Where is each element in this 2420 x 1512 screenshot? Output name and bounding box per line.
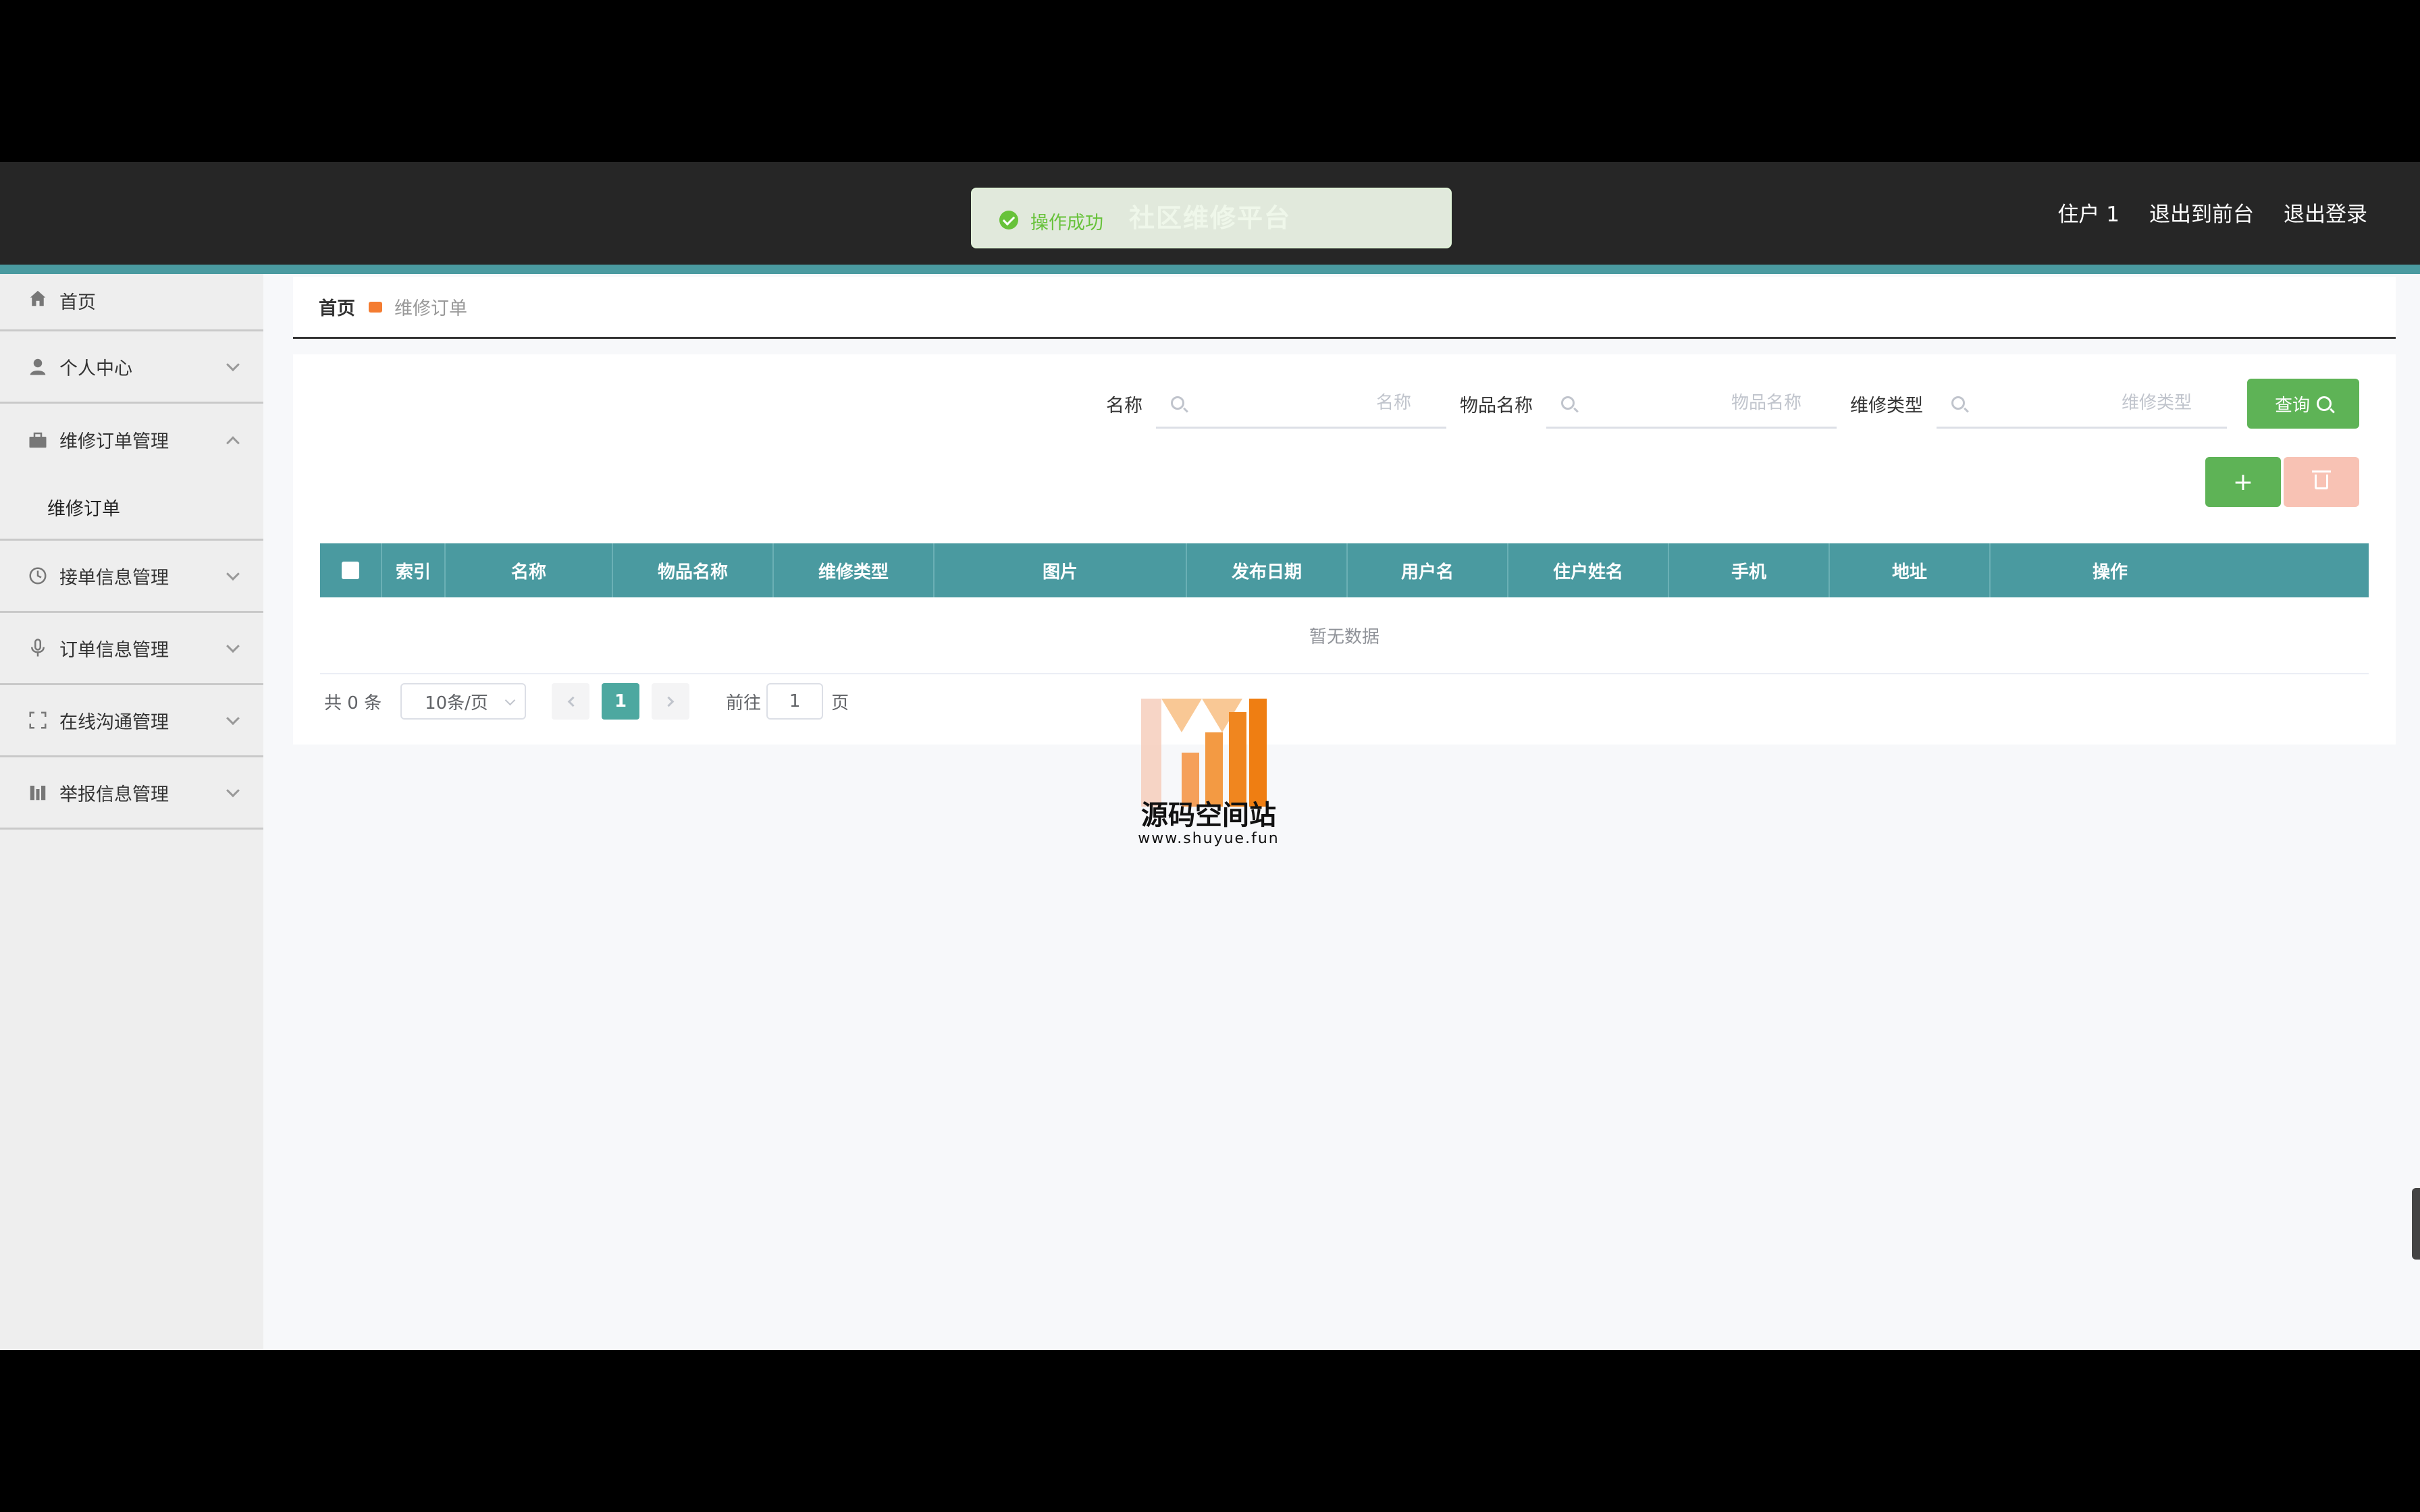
sidebar-item-label: 维修订单管理 bbox=[59, 431, 169, 452]
table-empty-text: 暂无数据 bbox=[320, 597, 2369, 674]
breadcrumb-home[interactable]: 首页 bbox=[319, 294, 355, 320]
page-suffix: 页 bbox=[831, 693, 849, 713]
select-all-checkbox[interactable] bbox=[342, 562, 359, 579]
pagination: 共 0 条 10条/页 1 前往 页 bbox=[324, 683, 849, 720]
chevron-right-icon bbox=[663, 696, 674, 707]
chevron-down-icon bbox=[226, 784, 240, 798]
sidebar-item-label: 举报信息管理 bbox=[59, 784, 169, 805]
briefcase-icon bbox=[27, 429, 49, 451]
repair-orders-table: 索引 名称 物品名称 维修类型 图片 发布日期 用户名 住户姓名 手机 地址 操… bbox=[320, 543, 2369, 674]
sidebar-item-label: 接单信息管理 bbox=[59, 567, 169, 589]
content-panel: 名称 物品名称 维修类型 查询 + bbox=[293, 354, 2396, 745]
sidebar-item-label: 首页 bbox=[59, 292, 96, 313]
success-toast: 操作成功 bbox=[971, 188, 1452, 248]
action-buttons: + bbox=[2205, 457, 2359, 507]
query-button[interactable]: 查询 bbox=[2247, 379, 2359, 429]
chevron-down-icon bbox=[226, 567, 240, 581]
select-all-column bbox=[320, 543, 382, 597]
home-icon bbox=[27, 288, 49, 309]
prev-page-button[interactable] bbox=[552, 683, 590, 720]
exit-to-frontend-link[interactable]: 退出到前台 bbox=[2149, 197, 2254, 227]
app-screen: 社区维修平台 住户 1 退出到前台 退出登录 操作成功 首页 个人中心 bbox=[0, 162, 2420, 1350]
chevron-left-icon bbox=[567, 696, 578, 707]
column-header: 地址 bbox=[1830, 543, 1991, 597]
item-name-search-input[interactable] bbox=[1546, 379, 1837, 427]
page-size-select[interactable]: 10条/页 bbox=[400, 683, 527, 720]
search-icon bbox=[2317, 396, 2332, 411]
watermark-name: 源码空间站 bbox=[1141, 800, 1276, 831]
add-button[interactable]: + bbox=[2205, 457, 2281, 507]
repair-type-label: 维修类型 bbox=[1850, 395, 1923, 416]
sidebar-item-label: 订单信息管理 bbox=[59, 639, 169, 661]
name-search-field bbox=[1156, 379, 1446, 429]
chevron-up-icon bbox=[226, 435, 240, 450]
scrollbar-thumb[interactable] bbox=[2412, 1188, 2420, 1260]
table-header: 索引 名称 物品名称 维修类型 图片 发布日期 用户名 住户姓名 手机 地址 操… bbox=[320, 543, 2369, 597]
column-header: 发布日期 bbox=[1187, 543, 1348, 597]
repair-type-search-input[interactable] bbox=[1937, 379, 2227, 427]
search-icon bbox=[1171, 396, 1184, 410]
top-header: 社区维修平台 住户 1 退出到前台 退出登录 操作成功 bbox=[0, 162, 2420, 265]
column-header: 图片 bbox=[935, 543, 1187, 597]
breadcrumb-current: 维修订单 bbox=[394, 298, 467, 319]
column-header: 用户名 bbox=[1348, 543, 1508, 597]
sidebar-item-label: 个人中心 bbox=[59, 358, 132, 379]
chevron-down-icon bbox=[226, 358, 240, 372]
watermark-url: www.shuyue.fun bbox=[1138, 830, 1280, 847]
column-header: 物品名称 bbox=[613, 543, 774, 597]
briefcase-icon bbox=[369, 301, 382, 313]
item-name-search-field bbox=[1546, 379, 1837, 429]
column-header: 维修类型 bbox=[774, 543, 935, 597]
logout-link[interactable]: 退出登录 bbox=[2284, 197, 2367, 227]
column-header: 操作 bbox=[2092, 562, 2128, 583]
page-number-current[interactable]: 1 bbox=[602, 683, 640, 720]
sidebar: 首页 个人中心 维修订单管理 维修订单 接单信息管理 订单信息管理 在线沟通管理… bbox=[0, 274, 263, 1350]
goto-page-input[interactable] bbox=[766, 683, 824, 720]
microphone-icon bbox=[27, 637, 49, 659]
search-form: 名称 物品名称 维修类型 查询 bbox=[1106, 379, 2359, 429]
header-accent-bar bbox=[0, 265, 2420, 274]
chevron-down-icon bbox=[226, 639, 240, 653]
user-icon bbox=[27, 356, 49, 377]
breadcrumb: 首页 维修订单 bbox=[293, 277, 2396, 339]
trash-icon bbox=[2312, 470, 2331, 489]
search-icon bbox=[1951, 396, 1965, 410]
goto-label: 前往 bbox=[726, 693, 762, 713]
sidebar-item-order-acceptance[interactable]: 接单信息管理 bbox=[0, 541, 263, 613]
sidebar-subitem-repair-order[interactable]: 维修订单 bbox=[0, 476, 263, 541]
chevron-down-icon bbox=[226, 711, 240, 726]
delete-button[interactable] bbox=[2284, 457, 2359, 507]
column-header: 手机 bbox=[1669, 543, 1830, 597]
repair-type-search-field bbox=[1937, 379, 2227, 429]
next-page-button[interactable] bbox=[652, 683, 690, 720]
toast-message: 操作成功 bbox=[1030, 213, 1103, 234]
item-name-label: 物品名称 bbox=[1460, 395, 1533, 416]
sidebar-item-repair-orders[interactable]: 维修订单管理 bbox=[0, 404, 263, 476]
header-links: 住户 1 退出到前台 退出登录 bbox=[2057, 197, 2367, 227]
columns-icon bbox=[27, 782, 49, 803]
search-icon bbox=[1561, 396, 1575, 410]
sidebar-item-personal-center[interactable]: 个人中心 bbox=[0, 331, 263, 404]
frame-icon bbox=[27, 709, 49, 731]
sidebar-item-home[interactable]: 首页 bbox=[0, 274, 263, 331]
clock-icon bbox=[27, 565, 49, 587]
column-header: 住户姓名 bbox=[1508, 543, 1669, 597]
column-header: 名称 bbox=[446, 543, 613, 597]
sidebar-item-reports[interactable]: 举报信息管理 bbox=[0, 757, 263, 830]
name-label: 名称 bbox=[1106, 395, 1142, 416]
success-check-icon bbox=[999, 211, 1018, 230]
name-search-input[interactable] bbox=[1156, 379, 1446, 427]
sidebar-item-label: 在线沟通管理 bbox=[59, 711, 169, 733]
column-header: 索引 bbox=[382, 543, 446, 597]
sidebar-item-order-info[interactable]: 订单信息管理 bbox=[0, 613, 263, 685]
user-name-link[interactable]: 住户 1 bbox=[2057, 197, 2120, 227]
total-count: 共 0 条 bbox=[324, 693, 382, 713]
query-button-label: 查询 bbox=[2274, 395, 2310, 416]
sidebar-item-online-chat[interactable]: 在线沟通管理 bbox=[0, 685, 263, 757]
